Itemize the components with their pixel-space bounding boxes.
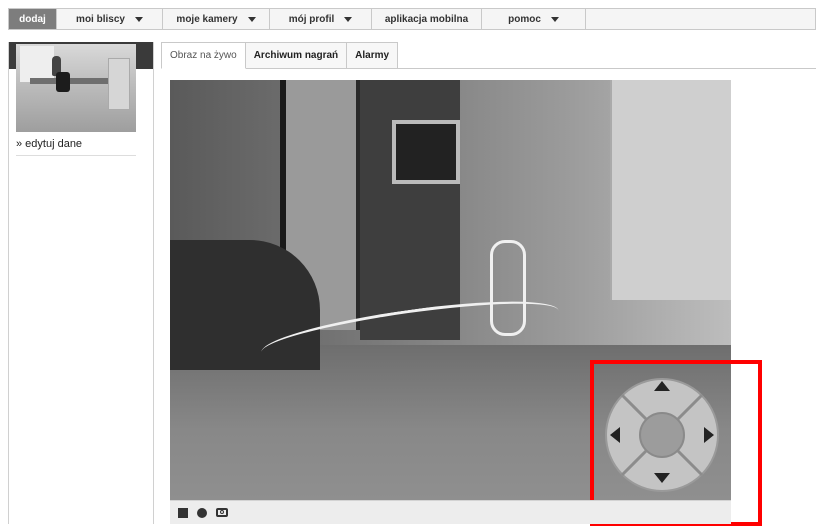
nav-label: moi bliscy: [76, 13, 125, 25]
tab-recordings-archive[interactable]: Archiwum nagrań: [245, 42, 348, 69]
video-wall-picture: [392, 120, 460, 184]
video-cable-loop: [490, 240, 526, 336]
nav-dodaj[interactable]: dodaj: [9, 9, 57, 29]
view-tabs: Obraz na żywo Archiwum nagrań Alarmy: [161, 42, 816, 69]
tab-alarms[interactable]: Alarmy: [347, 42, 399, 69]
thumbnail-cabinet: [108, 58, 130, 110]
nav-label: pomoc: [508, 13, 541, 25]
playback-controls: [170, 500, 731, 524]
nav-label: moje kamery: [176, 13, 238, 25]
thumbnail-chair: [56, 72, 70, 92]
nav-moje-kamery[interactable]: moje kamery: [163, 9, 270, 29]
nav-moi-bliscy[interactable]: moi bliscy: [57, 9, 163, 29]
camera-thumbnail[interactable]: [16, 44, 136, 132]
snapshot-camera-icon[interactable]: [216, 508, 228, 517]
nav-pomoc[interactable]: pomoc: [482, 9, 586, 29]
nav-label: mój profil: [288, 13, 335, 25]
top-navigation: dodaj moi bliscy moje kamery mój profil …: [8, 8, 816, 30]
edit-data-link[interactable]: » edytuj dane: [16, 138, 82, 150]
stop-icon[interactable]: [178, 507, 188, 518]
thumbnail-desk: [30, 78, 120, 84]
chevron-down-icon: [550, 16, 559, 22]
nav-label: aplikacja mobilna: [384, 13, 469, 25]
chevron-down-icon: [247, 16, 256, 22]
video-cabinet: [610, 80, 731, 300]
nav-moj-profil[interactable]: mój profil: [270, 9, 372, 29]
record-icon[interactable]: [197, 507, 207, 518]
thumbnail-window: [20, 46, 54, 82]
nav-aplikacja-mobilna[interactable]: aplikacja mobilna: [372, 9, 482, 29]
sidebar-divider: [16, 155, 136, 156]
nav-label: dodaj: [19, 13, 46, 25]
tab-live-view[interactable]: Obraz na żywo: [161, 42, 246, 69]
video-hallway: [360, 80, 460, 340]
chevron-down-icon: [344, 16, 353, 22]
chevron-down-icon: [134, 16, 143, 22]
